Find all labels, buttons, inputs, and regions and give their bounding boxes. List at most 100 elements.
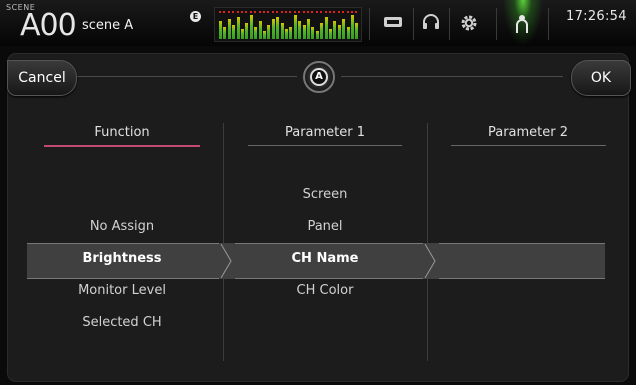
column-divider xyxy=(427,123,428,361)
meter-bar xyxy=(320,23,324,39)
meter-bar xyxy=(329,29,332,39)
meter-bar xyxy=(236,17,240,39)
meter-bar xyxy=(241,29,244,39)
parameter1-option-panel[interactable]: Panel xyxy=(225,219,425,234)
meter-bar xyxy=(355,23,359,39)
scene-name: scene A xyxy=(82,18,134,33)
meter-peak-dot xyxy=(267,11,270,13)
meter-bar xyxy=(249,15,253,39)
meter-bar xyxy=(280,23,284,39)
meter-peak-dot xyxy=(241,11,243,13)
touch-and-turn-knob-icon[interactable]: A xyxy=(303,61,335,93)
meter-peak-dot xyxy=(320,11,323,13)
meter-bar xyxy=(271,19,275,39)
meter-bar xyxy=(267,25,271,39)
meter-peak-dot xyxy=(337,11,340,13)
meter-bar xyxy=(232,25,236,39)
meter-peak-dot xyxy=(311,11,314,13)
meter-bar xyxy=(342,19,346,39)
meter-peak-dot xyxy=(271,11,274,13)
function-option-monitor-level[interactable]: Monitor Level xyxy=(22,283,222,298)
meter-bar xyxy=(258,21,262,39)
column-divider xyxy=(223,123,224,361)
meter-bar xyxy=(311,27,315,39)
meter-bar xyxy=(351,15,354,39)
meter-peak-dot xyxy=(307,11,309,13)
meter-bar xyxy=(263,31,266,39)
meter-bar xyxy=(298,21,302,39)
scene-number: A00 xyxy=(20,8,77,43)
meter-peak-dot xyxy=(333,11,336,13)
chevron-right-icon xyxy=(423,243,439,279)
active-column-underline xyxy=(44,145,200,147)
meter-peak-dot xyxy=(223,11,226,13)
meter-bar xyxy=(219,21,222,39)
header-divider xyxy=(341,76,563,77)
meter-peak-dot xyxy=(351,11,353,13)
ok-button[interactable]: OK xyxy=(571,60,631,96)
cancel-button[interactable]: Cancel xyxy=(7,60,77,96)
meter-peak-dot xyxy=(236,11,239,13)
meter-bar xyxy=(276,17,280,39)
header-divider xyxy=(77,76,297,77)
meter-peak-dot xyxy=(232,11,235,13)
meter-peak-dot xyxy=(227,11,230,13)
meter-peak-dot xyxy=(293,11,296,13)
parameter1-option-ch-color[interactable]: CH Color xyxy=(225,283,425,298)
recorder-icon[interactable] xyxy=(383,14,403,33)
column-header-parameter-1: Parameter 1 xyxy=(284,125,366,140)
meter-bar xyxy=(346,27,350,39)
meter-peak-dot xyxy=(324,11,327,13)
meter-peak-dot xyxy=(219,11,221,13)
meter-bar xyxy=(227,19,231,39)
meter-bar xyxy=(223,27,227,39)
meter-peak-dot xyxy=(285,11,287,13)
meter-bar xyxy=(245,23,249,39)
parameter1-option-ch-name[interactable]: CH Name xyxy=(225,251,425,266)
meter-peak-dot xyxy=(329,11,331,13)
meter-bar xyxy=(254,27,258,39)
divider xyxy=(413,8,414,40)
level-meter[interactable] xyxy=(214,7,362,42)
meter-bar xyxy=(289,27,293,39)
function-option-selected-ch[interactable]: Selected CH xyxy=(22,315,222,330)
user-icon[interactable] xyxy=(514,14,530,38)
parameter1-option-screen[interactable]: Screen xyxy=(225,187,425,202)
meter-bar xyxy=(315,31,319,39)
meter-peak-dot xyxy=(355,11,358,13)
meter-peak-dot xyxy=(254,11,257,13)
meter-peak-dot xyxy=(342,11,345,13)
status-bar: SCENE A00 scene A E 17:26:54 xyxy=(0,0,636,46)
meter-bar xyxy=(333,21,337,39)
scene-display[interactable]: SCENE A00 scene A E xyxy=(0,0,205,46)
meter-peak-dot xyxy=(298,11,301,13)
meter-peak-dot xyxy=(302,11,305,13)
meter-peak-dot xyxy=(245,11,248,13)
headphones-icon[interactable] xyxy=(422,14,440,34)
meter-bar xyxy=(302,25,306,39)
meter-bar xyxy=(285,29,288,39)
column-underline xyxy=(451,145,606,146)
meter-peak-dot xyxy=(315,11,318,13)
column-header-parameter-2: Parameter 2 xyxy=(487,125,569,140)
knob-label: A xyxy=(310,68,328,86)
meter-peak-dot xyxy=(276,11,279,13)
meter-peak-dot xyxy=(249,11,252,13)
divider xyxy=(548,8,549,40)
function-option-no-assign[interactable]: No Assign xyxy=(22,219,222,234)
divider xyxy=(496,8,497,40)
function-option-brightness[interactable]: Brightness xyxy=(22,251,222,266)
column-underline xyxy=(248,145,402,146)
meter-peak-dot xyxy=(289,11,292,13)
column-header-function: Function xyxy=(94,125,150,140)
meter-bar xyxy=(293,15,297,39)
divider xyxy=(369,8,370,40)
meter-peak-dot xyxy=(258,11,261,13)
meter-peak-dot xyxy=(346,11,349,13)
gear-icon[interactable] xyxy=(460,14,478,36)
scene-edit-badge: E xyxy=(190,11,201,22)
meter-bar xyxy=(337,25,341,39)
meter-peak-dot xyxy=(263,11,265,13)
meter-bar xyxy=(324,17,328,39)
divider xyxy=(449,8,450,40)
